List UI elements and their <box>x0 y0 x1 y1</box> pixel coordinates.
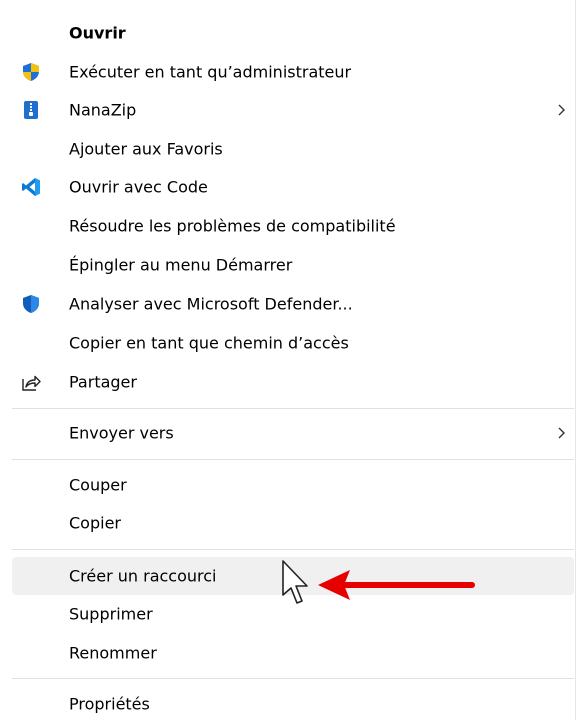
menu-item-open-with-code[interactable]: Ouvrir avec Code <box>12 168 574 206</box>
menu-item-defender-scan[interactable]: Analyser avec Microsoft Defender... <box>12 285 574 323</box>
vscode-icon <box>22 178 40 196</box>
chevron-right-icon <box>558 104 565 116</box>
menu-separator <box>12 678 574 679</box>
menu-item-label: Ouvrir <box>69 23 126 43</box>
menu-item-label: NanaZip <box>69 100 137 120</box>
menu-separator <box>12 408 574 409</box>
menu-item-label: Partager <box>69 372 137 392</box>
mouse-pointer-icon <box>282 560 308 604</box>
nanazip-icon <box>24 101 38 119</box>
menu-item-open[interactable]: Ouvrir <box>12 14 574 52</box>
context-menu: Ouvrir Exécuter en tant qu’administrateu… <box>0 0 576 720</box>
defender-icon <box>23 295 39 313</box>
menu-item-rename[interactable]: Renommer <box>12 634 574 672</box>
menu-item-troubleshoot-compat[interactable]: Résoudre les problèmes de compatibilité <box>12 207 574 245</box>
annotation-arrow-icon <box>318 570 475 600</box>
shield-uac-icon <box>23 63 39 81</box>
menu-item-properties[interactable]: Propriétés <box>12 685 574 723</box>
menu-item-label: Analyser avec Microsoft Defender... <box>69 294 353 314</box>
menu-item-label: Couper <box>69 475 127 495</box>
menu-item-send-to[interactable]: Envoyer vers <box>12 414 574 452</box>
menu-item-label: Envoyer vers <box>69 423 174 443</box>
menu-item-label: Propriétés <box>69 694 150 714</box>
menu-separator <box>12 459 574 460</box>
menu-item-label: Créer un raccourci <box>69 566 217 586</box>
menu-item-nanazip[interactable]: NanaZip <box>12 91 574 129</box>
menu-item-label: Copier <box>69 513 121 533</box>
menu-item-label: Épingler au menu Démarrer <box>69 255 293 275</box>
menu-item-copy-path[interactable]: Copier en tant que chemin d’accès <box>12 324 574 362</box>
menu-item-label: Copier en tant que chemin d’accès <box>69 333 349 353</box>
share-icon <box>22 375 41 391</box>
chevron-right-icon <box>558 427 565 439</box>
menu-item-copy[interactable]: Copier <box>12 504 574 542</box>
menu-item-cut[interactable]: Couper <box>12 466 574 504</box>
menu-item-run-as-admin[interactable]: Exécuter en tant qu’administrateur <box>12 53 574 91</box>
menu-item-label: Ouvrir avec Code <box>69 177 208 197</box>
menu-item-label: Ajouter aux Favoris <box>69 139 223 159</box>
menu-item-add-favorites[interactable]: Ajouter aux Favoris <box>12 130 574 168</box>
menu-item-label: Renommer <box>69 643 157 663</box>
menu-item-pin-start[interactable]: Épingler au menu Démarrer <box>12 246 574 284</box>
menu-separator <box>12 549 574 550</box>
menu-item-label: Résoudre les problèmes de compatibilité <box>69 216 396 236</box>
menu-item-share[interactable]: Partager <box>12 363 574 401</box>
menu-item-label: Exécuter en tant qu’administrateur <box>69 62 352 82</box>
menu-item-label: Supprimer <box>69 604 153 624</box>
